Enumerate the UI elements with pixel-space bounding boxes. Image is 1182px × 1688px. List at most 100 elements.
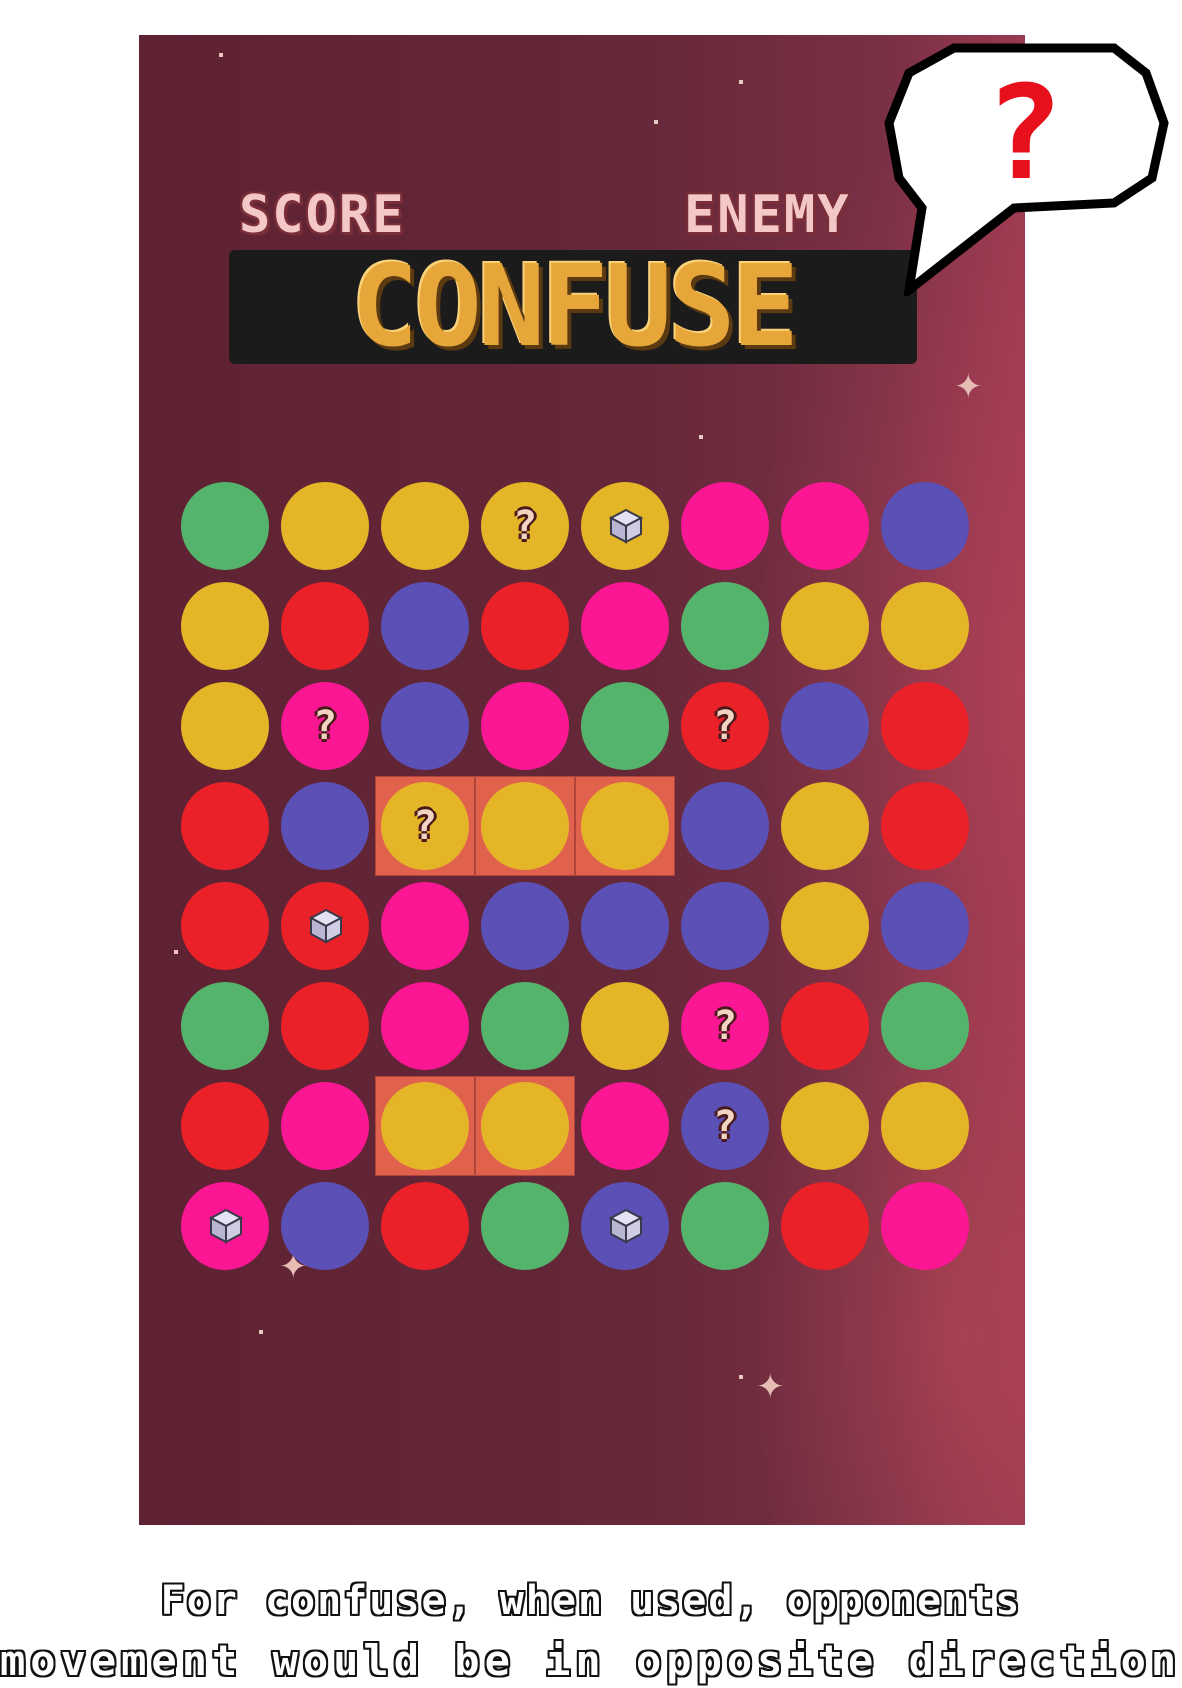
gem-green[interactable]: [179, 980, 271, 1072]
gem-green[interactable]: [579, 680, 671, 772]
gem-blue[interactable]: [279, 1180, 371, 1272]
gem-pink[interactable]: [679, 480, 771, 572]
gem-red[interactable]: [879, 780, 971, 872]
score-label: SCORE: [239, 185, 406, 245]
gem-blue[interactable]: ?: [679, 1080, 771, 1172]
gem-yellow[interactable]: ?: [379, 780, 471, 872]
enemy-label: ENEMY: [684, 185, 851, 245]
gem-yellow[interactable]: [179, 680, 271, 772]
gem-blue[interactable]: [679, 780, 771, 872]
gem-yellow[interactable]: [379, 1080, 471, 1172]
caption-line-2: movement would be in opposite direction.: [0, 1636, 1182, 1685]
gem-pink[interactable]: [179, 1180, 271, 1272]
gem-pink[interactable]: [379, 880, 471, 972]
gem-circle: [881, 782, 969, 870]
bubble-question-mark: ?: [985, 57, 1063, 209]
gem-yellow[interactable]: [779, 1080, 871, 1172]
confuse-question-icon: ?: [712, 1003, 738, 1049]
gem-circle: [281, 782, 369, 870]
gem-circle: [681, 882, 769, 970]
star: [174, 950, 178, 954]
gem-blue[interactable]: [379, 580, 471, 672]
gem-yellow[interactable]: [779, 780, 871, 872]
gem-red[interactable]: [179, 880, 271, 972]
gem-blue[interactable]: [779, 680, 871, 772]
gem-red[interactable]: [279, 980, 371, 1072]
gem-circle: [381, 582, 469, 670]
gem-circle: [881, 982, 969, 1070]
gem-blue[interactable]: [879, 880, 971, 972]
gem-red[interactable]: [479, 580, 571, 672]
gem-circle: [481, 882, 569, 970]
gem-circle: [381, 482, 469, 570]
gem-circle: [281, 1082, 369, 1170]
gem-yellow[interactable]: [879, 1080, 971, 1172]
gem-red[interactable]: [379, 1180, 471, 1272]
gem-green[interactable]: [879, 980, 971, 1072]
gem-circle: [181, 782, 269, 870]
gem-yellow[interactable]: [779, 580, 871, 672]
gem-yellow[interactable]: [879, 580, 971, 672]
gem-circle: [781, 982, 869, 1070]
gem-blue[interactable]: [879, 480, 971, 572]
gem-red[interactable]: [179, 780, 271, 872]
gem-red[interactable]: [879, 680, 971, 772]
gem-blue[interactable]: [379, 680, 471, 772]
gem-circle: [481, 782, 569, 870]
gem-pink[interactable]: [279, 1080, 371, 1172]
gem-pink[interactable]: [579, 580, 671, 672]
gem-blue[interactable]: [679, 880, 771, 972]
gem-green[interactable]: [479, 980, 571, 1072]
gem-pink[interactable]: [479, 680, 571, 772]
gem-circle: [581, 682, 669, 770]
gem-yellow[interactable]: [579, 480, 671, 572]
gem-circle: [881, 482, 969, 570]
gem-yellow[interactable]: [179, 580, 271, 672]
gem-yellow[interactable]: [479, 780, 571, 872]
gem-yellow[interactable]: [379, 480, 471, 572]
gem-circle: [481, 1182, 569, 1270]
confuse-question-icon: ?: [712, 1103, 738, 1149]
confuse-title-text: CONFUSE: [350, 242, 799, 372]
gem-circle: [381, 882, 469, 970]
confuse-question-icon: ?: [312, 703, 338, 749]
gem-circle: [781, 882, 869, 970]
gem-yellow[interactable]: ?: [479, 480, 571, 572]
ice-cube-icon: [609, 1208, 643, 1244]
gem-red[interactable]: [279, 580, 371, 672]
gem-red[interactable]: ?: [679, 680, 771, 772]
ice-cube-icon: [209, 1208, 243, 1244]
gem-red[interactable]: [779, 980, 871, 1072]
gem-red[interactable]: [179, 1080, 271, 1172]
gem-circle: [381, 682, 469, 770]
gem-pink[interactable]: [379, 980, 471, 1072]
gem-green[interactable]: [679, 580, 771, 672]
gem-pink[interactable]: [579, 1080, 671, 1172]
gem-circle: [781, 1182, 869, 1270]
gem-blue[interactable]: [579, 1180, 671, 1272]
gem-yellow[interactable]: [579, 980, 671, 1072]
gem-pink[interactable]: [779, 480, 871, 572]
gem-green[interactable]: [479, 1180, 571, 1272]
gem-blue[interactable]: [479, 880, 571, 972]
caption-line-1: For confuse, when used, opponents: [160, 1578, 1022, 1624]
gem-pink[interactable]: ?: [679, 980, 771, 1072]
gem-circle: [681, 782, 769, 870]
gem-circle: [881, 1182, 969, 1270]
gem-green[interactable]: [179, 480, 271, 572]
gem-yellow[interactable]: [479, 1080, 571, 1172]
gem-blue[interactable]: [579, 880, 671, 972]
gem-circle: [181, 882, 269, 970]
ice-cube-icon: [309, 908, 343, 944]
gem-blue[interactable]: [279, 780, 371, 872]
star: [739, 1375, 743, 1379]
gem-red[interactable]: [779, 1180, 871, 1272]
sparkle-star: ✦: [954, 367, 983, 407]
gem-green[interactable]: [679, 1180, 771, 1272]
gem-pink[interactable]: ?: [279, 680, 371, 772]
gem-yellow[interactable]: [579, 780, 671, 872]
gem-yellow[interactable]: [279, 480, 371, 572]
gem-red[interactable]: [279, 880, 371, 972]
gem-yellow[interactable]: [779, 880, 871, 972]
gem-pink[interactable]: [879, 1180, 971, 1272]
